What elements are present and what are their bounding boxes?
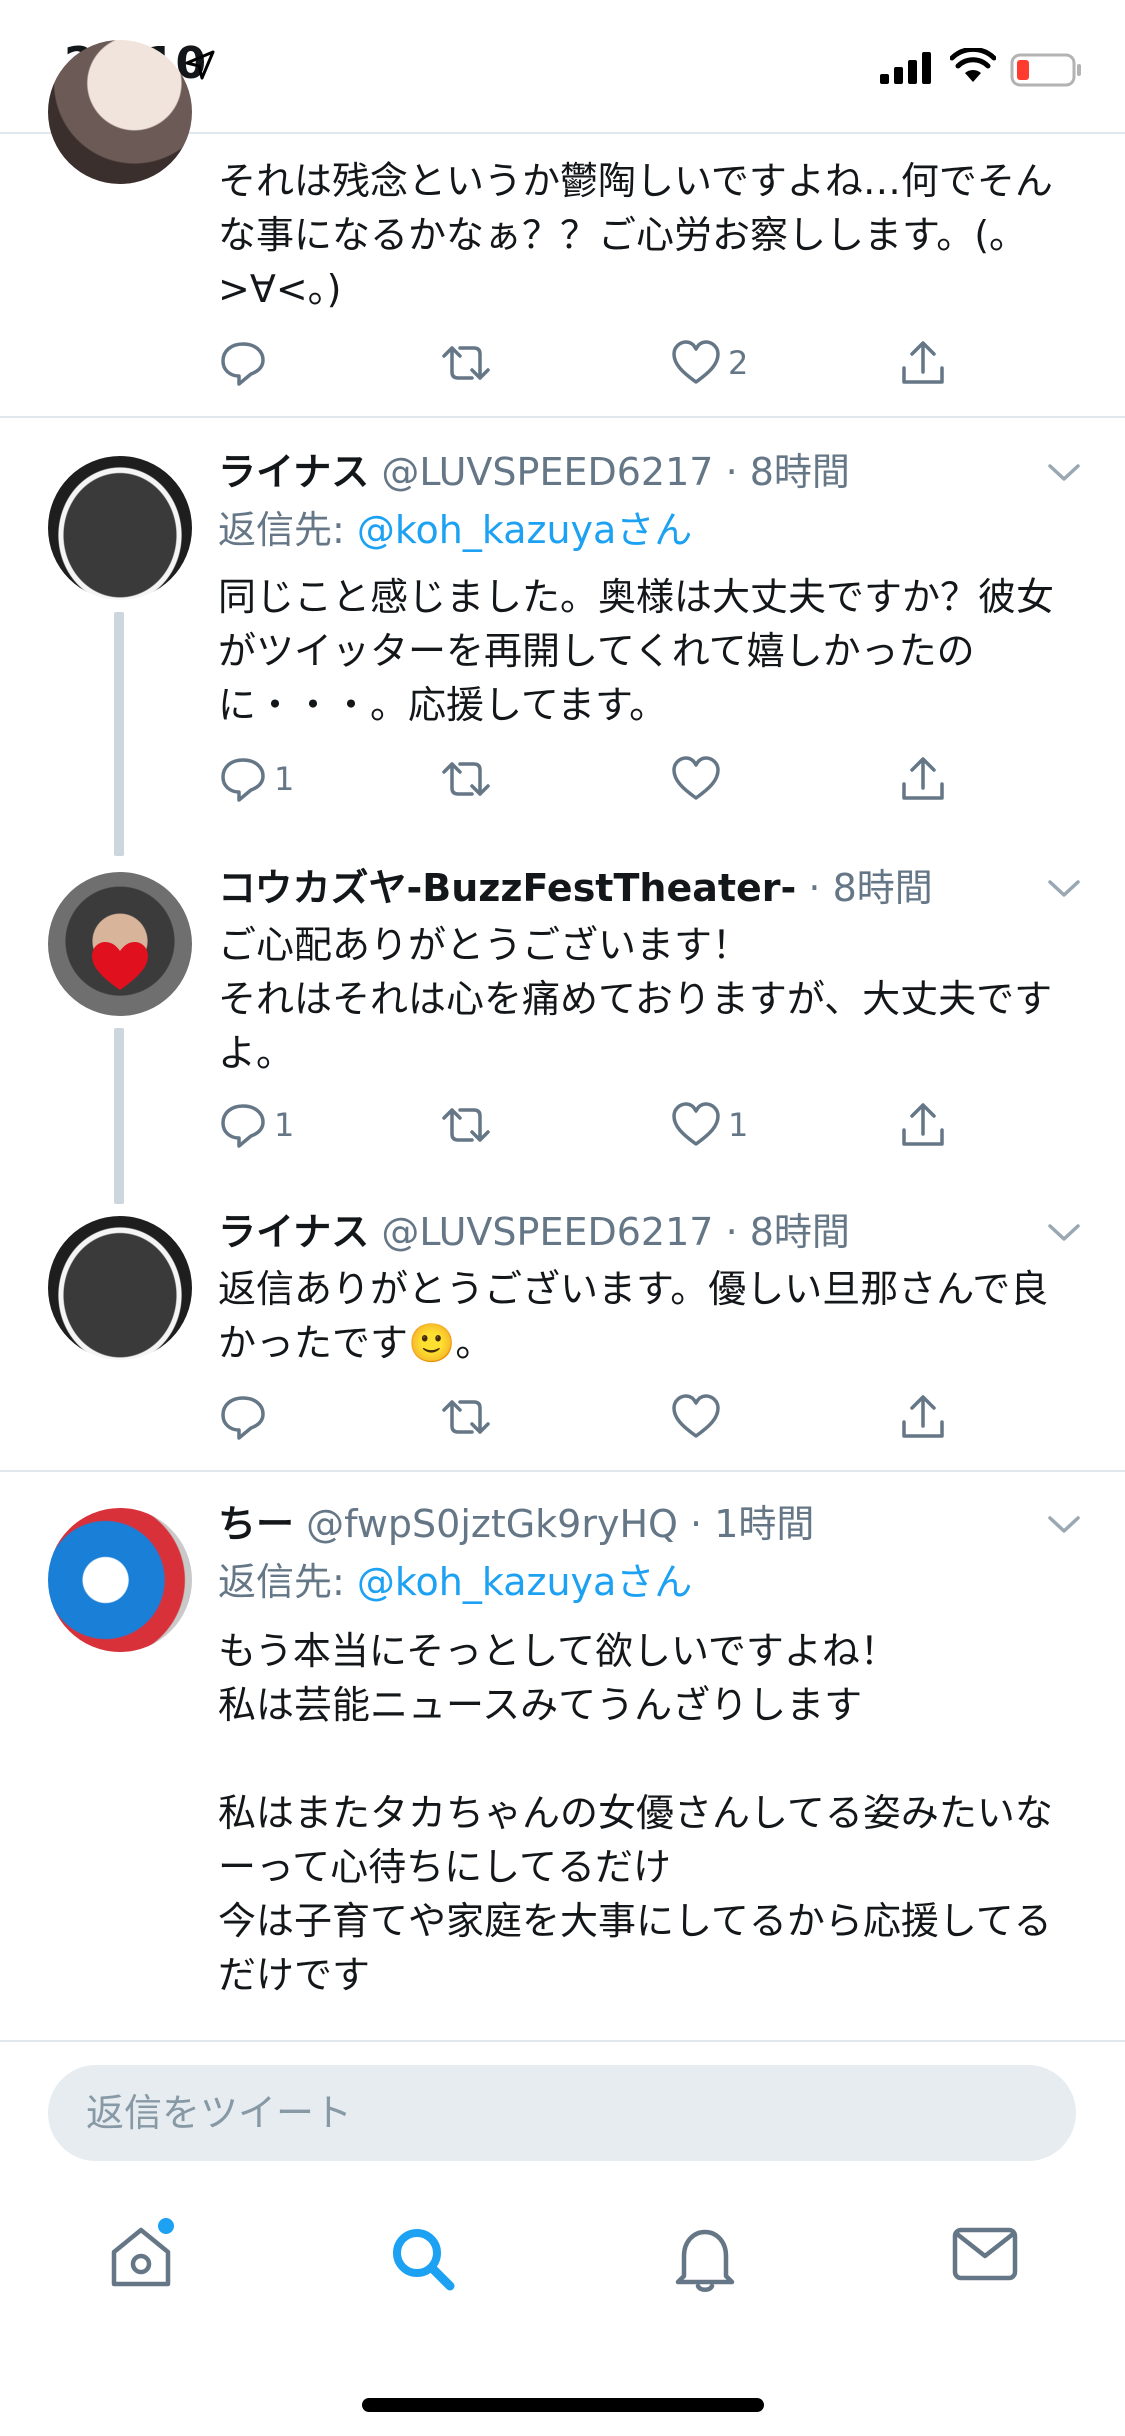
heart-icon: [672, 340, 720, 384]
thread-line: [114, 1028, 124, 1204]
tweet-header: ライナス @LUVSPEED6217 · 8時間: [218, 1208, 850, 1256]
avatar[interactable]: [48, 1216, 192, 1360]
tweet-header: コウカズヤ-BuzzFestTheater- · 8時間: [218, 864, 933, 912]
heart-icon: [672, 1102, 720, 1146]
reply-icon: [221, 1104, 265, 1148]
username[interactable]: @LUVSPEED6217: [381, 450, 713, 494]
thread-line: [114, 612, 124, 856]
retweet-icon: [442, 1108, 490, 1142]
reply-input[interactable]: 返信をツイート: [48, 2065, 1076, 2161]
share-icon: [902, 341, 944, 384]
tweet-actions: 2: [218, 336, 1018, 390]
like-count: 2: [728, 344, 749, 382]
messages-icon[interactable]: [950, 2224, 1020, 2284]
home-indicator: [362, 2398, 764, 2412]
heart-icon: [672, 1394, 720, 1438]
timestamp[interactable]: · 8時間: [808, 866, 932, 910]
share-button[interactable]: [898, 752, 948, 806]
display-name[interactable]: ライナス: [218, 450, 369, 494]
timestamp[interactable]: · 8時間: [726, 1210, 850, 1254]
share-icon: [902, 757, 944, 800]
share-button[interactable]: [898, 336, 948, 390]
share-button[interactable]: [898, 1390, 948, 1444]
tweet-text: もう本当にそっとして欲しいですよね！ 私は芸能ニュースみてうんざりします 私はま…: [218, 1629, 1053, 1997]
location-arrow-icon: [185, 50, 215, 80]
display-name[interactable]: ライナス: [218, 1210, 369, 1254]
like-button[interactable]: [670, 1390, 722, 1444]
chevron-down-icon[interactable]: [1046, 1512, 1082, 1536]
wifi-icon: [950, 48, 996, 82]
reply-button[interactable]: [218, 1390, 268, 1444]
reply-button[interactable]: [218, 336, 268, 390]
tweet-separator: [0, 416, 1125, 418]
heart-emoji-icon: [92, 942, 148, 990]
retweet-button[interactable]: [438, 336, 494, 390]
search-icon[interactable]: [388, 2224, 458, 2294]
tweet-text: それは残念というか鬱陶しいですよね…何でそんな事になるかなぁ？？ご心労お察ししま…: [218, 159, 1053, 311]
retweet-button[interactable]: [438, 1390, 494, 1444]
share-icon: [902, 1395, 944, 1438]
avatar[interactable]: [48, 1508, 192, 1652]
like-button[interactable]: 1: [670, 1098, 748, 1152]
tweet-actions: 1 1: [218, 1098, 1018, 1152]
heart-icon: [672, 756, 720, 800]
timestamp[interactable]: · 1時間: [690, 1502, 814, 1546]
reply-to-mention[interactable]: @koh_kazuyaさん: [357, 508, 692, 552]
display-name[interactable]: コウカズヤ-BuzzFestTheater-: [218, 866, 796, 910]
tweet-header: ライナス @LUVSPEED6217 · 8時間: [218, 448, 850, 496]
avatar[interactable]: [48, 456, 192, 600]
tweet-separator: [0, 1470, 1125, 1472]
slightly-smiling-face-emoji: 🙂: [408, 1321, 456, 1365]
reply-icon: [221, 1396, 265, 1440]
reply-count: 1: [274, 1106, 295, 1144]
reply-icon: [221, 758, 265, 802]
avatar[interactable]: [48, 872, 192, 1016]
tweet-actions: [218, 1390, 1018, 1444]
tweet-actions: 1: [218, 752, 1018, 806]
tweet-text-end: 。: [455, 1321, 494, 1365]
share-button[interactable]: [898, 1098, 948, 1152]
chevron-down-icon[interactable]: [1046, 460, 1082, 484]
notifications-icon[interactable]: [670, 2224, 740, 2294]
reply-count: 1: [274, 760, 295, 798]
reply-icon: [221, 342, 265, 386]
retweet-icon: [442, 762, 490, 796]
chevron-down-icon[interactable]: [1046, 876, 1082, 900]
tweet-text: 返信ありがとうございます。優しい旦那さんで良かったです🙂。: [218, 1262, 1078, 1370]
retweet-button[interactable]: [438, 1098, 494, 1152]
new-content-dot: [158, 2218, 174, 2234]
reply-to-label: 返信先:: [218, 1560, 357, 1604]
reply-to-label: 返信先:: [218, 508, 357, 552]
tweet-header: ちー @fwpS0jztGk9ryHQ · 1時間: [218, 1500, 814, 1548]
tweet-text-main: 返信ありがとうございます。優しい旦那さんで良かったです: [218, 1267, 1049, 1365]
display-name[interactable]: ちー: [218, 1502, 294, 1546]
retweet-icon: [442, 346, 490, 380]
retweet-button[interactable]: [438, 752, 494, 806]
tweet-text: ご心配ありがとうございます！ それはそれは心を痛めておりますが、大丈夫ですよ。: [218, 923, 1053, 1075]
tweet-text: 同じこと感じました。奥様は大丈夫ですか？彼女がツイッターを再開してくれて嬉しかっ…: [218, 575, 1055, 727]
chevron-down-icon[interactable]: [1046, 1220, 1082, 1244]
tab-bar: [0, 2180, 1125, 2340]
battery-low-icon: [1010, 53, 1081, 87]
reply-divider: [0, 2040, 1125, 2042]
timestamp[interactable]: · 8時間: [726, 450, 850, 494]
share-icon: [902, 1103, 944, 1146]
like-button[interactable]: 2: [670, 336, 748, 390]
reply-to: 返信先: @koh_kazuyaさん: [218, 506, 692, 554]
like-count: 1: [728, 1106, 749, 1144]
reply-to: 返信先: @koh_kazuyaさん: [218, 1558, 692, 1606]
reply-to-mention[interactable]: @koh_kazuyaさん: [357, 1560, 692, 1604]
username[interactable]: @fwpS0jztGk9ryHQ: [306, 1502, 678, 1546]
reply-button[interactable]: 1: [218, 1098, 294, 1152]
username[interactable]: @LUVSPEED6217: [381, 1210, 713, 1254]
reply-button[interactable]: 1: [218, 752, 294, 806]
like-button[interactable]: [670, 752, 722, 806]
avatar[interactable]: [48, 40, 192, 184]
retweet-icon: [442, 1400, 490, 1434]
cellular-signal-icon: [880, 52, 931, 84]
